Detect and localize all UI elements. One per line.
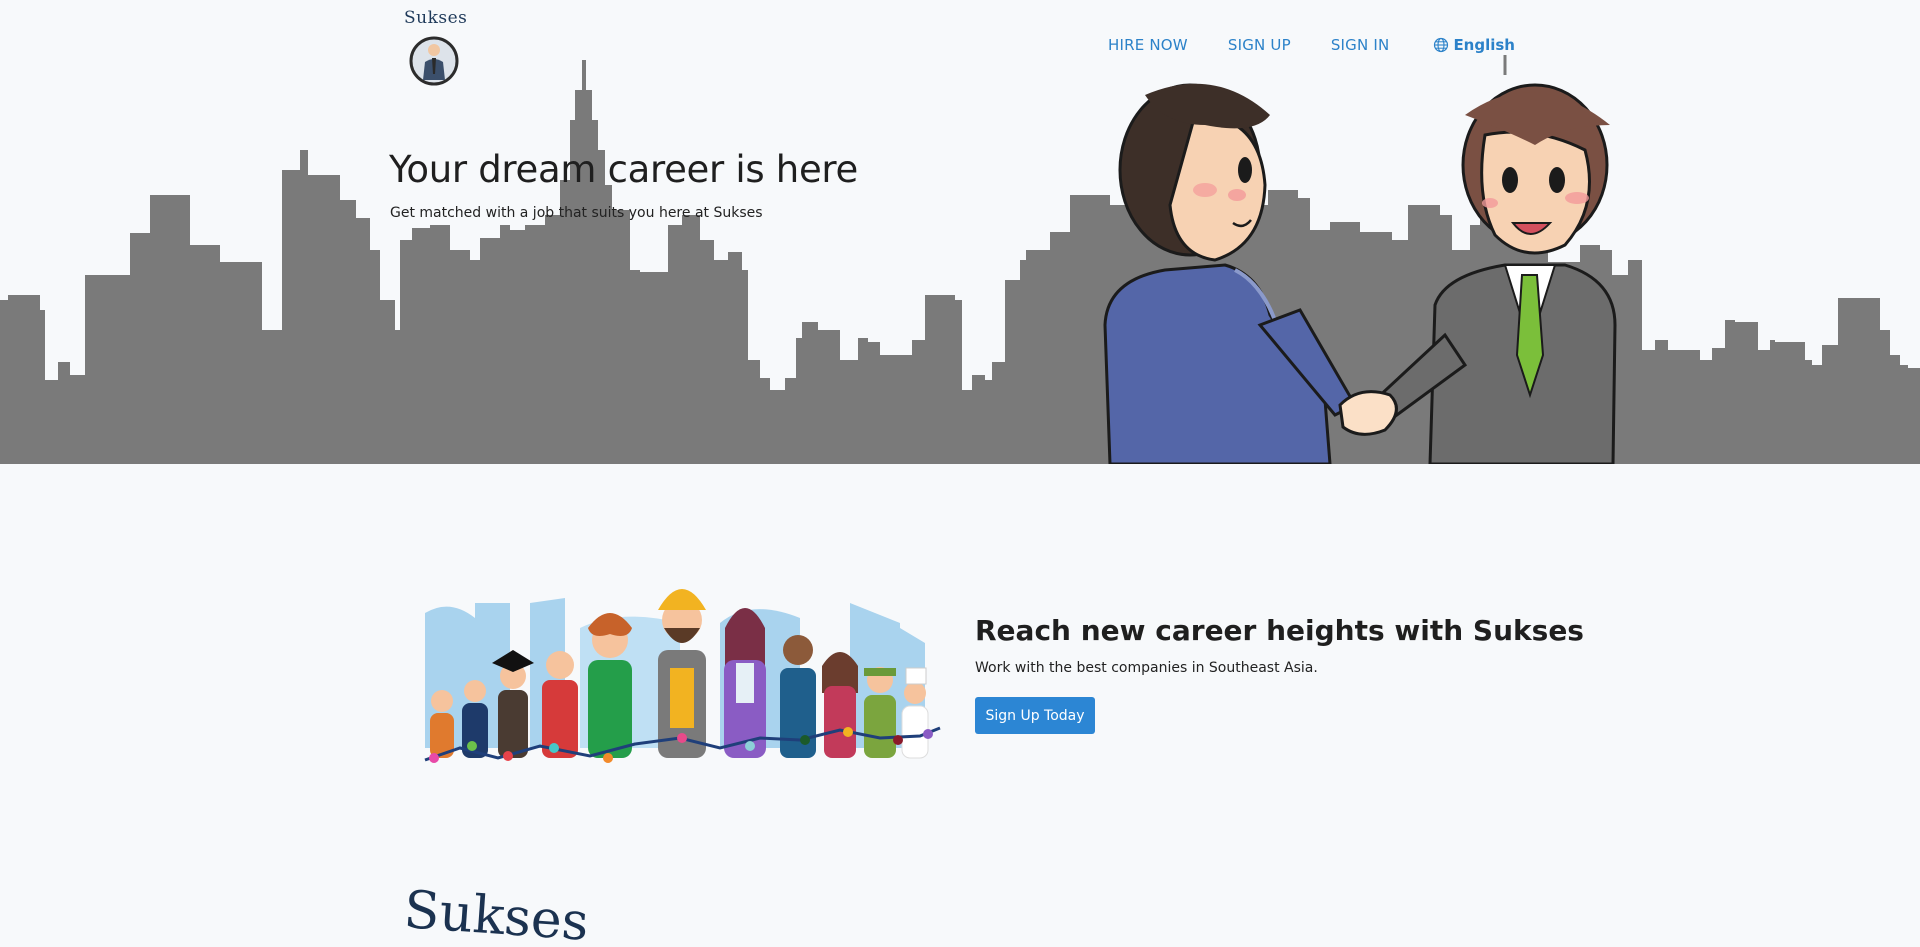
language-label: English	[1453, 36, 1515, 54]
globe-icon	[1434, 37, 1449, 53]
diverse-workers-illustration	[424, 589, 941, 763]
hero-subtitle: Get matched with a job that suits you he…	[390, 205, 763, 221]
main-nav: HIRE NOW SIGN UP SIGN IN English	[1108, 36, 1515, 54]
section-title: Reach new career heights with Sukses	[975, 614, 1584, 647]
nav-hire-now[interactable]: HIRE NOW	[1108, 36, 1188, 54]
language-selector[interactable]: English	[1433, 36, 1515, 54]
sign-up-today-button[interactable]: Sign Up Today	[975, 697, 1095, 734]
handshake-illustration	[1103, 55, 1617, 464]
page: Sukses HIRE NOW SIGN UP SIGN IN English …	[0, 0, 1920, 947]
hero-section: Sukses HIRE NOW SIGN UP SIGN IN English …	[0, 0, 1920, 464]
hero-title: Your dream career is here	[389, 148, 858, 191]
brand-logo[interactable]: Sukses	[400, 6, 470, 86]
footer-wordmark: Sukses	[402, 880, 591, 947]
section-subtitle: Work with the best companies in Southeas…	[975, 660, 1318, 676]
nav-sign-in[interactable]: SIGN IN	[1331, 36, 1390, 54]
nav-sign-up[interactable]: SIGN UP	[1228, 36, 1291, 54]
businessman-avatar-icon	[409, 36, 459, 86]
brand-wordmark: Sukses	[404, 8, 468, 28]
